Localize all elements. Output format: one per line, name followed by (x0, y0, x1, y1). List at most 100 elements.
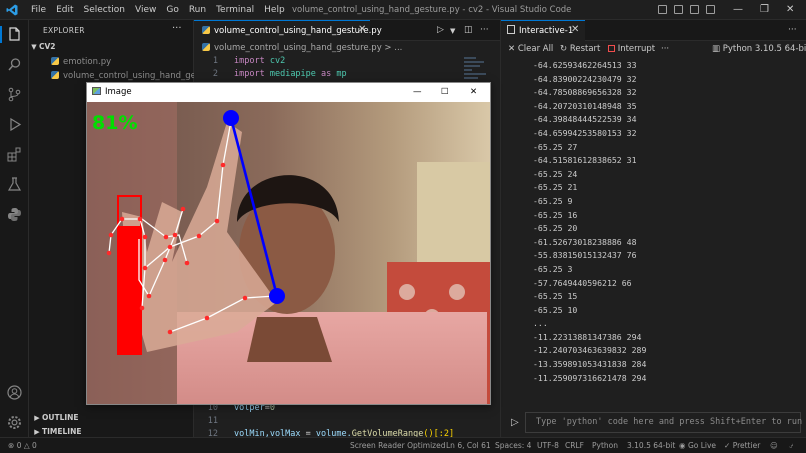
run-file-icon[interactable]: ▷ (437, 25, 444, 35)
output-line: -65.25 15 (533, 291, 578, 302)
close-window-icon[interactable]: ✕ (786, 3, 794, 17)
interactive-tabs: Interactive-1 ✕ ··· (501, 20, 806, 41)
toggle-sidebar-icon[interactable] (658, 5, 667, 14)
activity-bar (0, 20, 29, 437)
notifications-bell-icon[interactable]: ⍻ (789, 438, 793, 453)
restore-icon[interactable]: ❐ (760, 3, 769, 17)
line-number: 2 (212, 69, 218, 79)
kernel-icon: ▥ (712, 44, 721, 54)
problems-indicator[interactable]: ⊗ 0 △ 0 (8, 438, 37, 453)
output-line: -11.22313881347386 294 (533, 331, 642, 342)
python-file-icon (202, 43, 210, 51)
cursor-position[interactable]: Ln 6, Col 61 (446, 438, 491, 453)
explorer-icon[interactable] (6, 26, 23, 43)
file-label: emotion.py (63, 57, 112, 67)
tab-volume-control[interactable]: volume_control_using_hand_gesture.py (194, 20, 382, 41)
menu-bar: File Edit Selection View Go Run Terminal… (26, 4, 290, 16)
output-line: -64.83900224230479 32 (533, 73, 637, 84)
camera-frame: 81% (87, 102, 490, 404)
more-actions-icon[interactable]: ··· (480, 25, 489, 35)
status-bar: ⊗ 0 △ 0 Screen Reader Optimized Ln 6, Co… (0, 437, 806, 453)
line-ending[interactable]: CRLF (565, 438, 584, 453)
interrupt-button[interactable]: Interrupt (608, 41, 655, 58)
run-debug-icon[interactable] (6, 116, 23, 133)
menu-help[interactable]: Help (259, 4, 290, 16)
code-line-11[interactable]: 11 (194, 415, 474, 428)
file-volume-control[interactable]: volume_control_using_hand_gest... (29, 69, 194, 83)
feedback-icon[interactable]: ☺ (770, 438, 778, 453)
breadcrumb[interactable]: volume_control_using_hand_gesture.py > .… (202, 43, 402, 53)
encoding[interactable]: UTF-8 (537, 438, 559, 453)
output-line: -65.25 20 (533, 223, 578, 234)
toggle-secondary-sidebar-icon[interactable] (690, 5, 699, 14)
output-line: -12.240703463639832 289 (533, 345, 647, 356)
close-tab-icon[interactable]: ✕ (358, 20, 366, 40)
module-alias: mp (336, 69, 347, 79)
more-actions-icon[interactable]: ··· (788, 20, 797, 40)
customize-layout-icon[interactable] (706, 5, 715, 14)
menu-edit[interactable]: Edit (51, 4, 78, 16)
prettier-label: Prettier (732, 441, 761, 450)
go-live-button[interactable]: ◉ Go Live (679, 438, 716, 453)
source-control-icon[interactable] (6, 86, 23, 103)
minimize-icon[interactable]: — (733, 3, 743, 17)
output-line: -61.52673018238886 48 (533, 236, 637, 247)
screen-reader-status[interactable]: Screen Reader Optimized (350, 438, 446, 453)
search-icon[interactable] (6, 56, 23, 73)
run-input-icon[interactable]: ▷ (511, 417, 519, 428)
kernel-picker[interactable]: ▥ Python 3.10.5 64-bit (712, 41, 806, 58)
testing-icon[interactable] (6, 176, 23, 193)
seat-pattern (449, 284, 465, 300)
title-bar: File Edit Selection View Go Run Terminal… (0, 0, 806, 20)
close-tab-icon[interactable]: ✕ (571, 20, 579, 40)
menu-selection[interactable]: Selection (79, 4, 130, 16)
minimize-icon[interactable]: — (413, 83, 422, 102)
toggle-panel-icon[interactable] (674, 5, 683, 14)
menu-view[interactable]: View (130, 4, 161, 16)
interactive-toolbar: ✕ Clear All ↻ Restart Interrupt ··· ▥ Py… (501, 41, 806, 58)
module-name: cv2 (269, 56, 286, 66)
output-line: -65.25 24 (533, 168, 578, 179)
split-editor-icon[interactable]: ◫ (464, 25, 473, 35)
file-emotion[interactable]: emotion.py (29, 55, 194, 69)
menu-run[interactable]: Run (184, 4, 211, 16)
line-number: 1 (212, 56, 218, 66)
module-name: mediapipe (269, 69, 316, 79)
image-window-titlebar[interactable]: Image — ☐ ✕ (87, 83, 490, 102)
python-icon[interactable] (6, 206, 23, 223)
indentation[interactable]: Spaces: 4 (495, 438, 531, 453)
close-window-icon[interactable]: ✕ (470, 83, 477, 102)
code-line-2[interactable]: 2 import mediapipe as mp (194, 68, 474, 81)
output-line: -64.39848444522539 34 (533, 114, 637, 125)
camera-frame-svg: 81% (87, 102, 490, 404)
image-window-icon (92, 87, 101, 95)
menu-go[interactable]: Go (161, 4, 183, 16)
language-mode[interactable]: Python (592, 438, 618, 453)
more-actions-icon[interactable]: ··· (661, 41, 669, 58)
menu-file[interactable]: File (26, 4, 51, 16)
menu-terminal[interactable]: Terminal (211, 4, 259, 16)
python-file-icon (202, 26, 210, 34)
opencv-image-window[interactable]: Image — ☐ ✕ 81% (86, 82, 491, 405)
settings-gear-icon[interactable] (6, 414, 23, 431)
account-icon[interactable] (6, 384, 23, 401)
more-actions-icon[interactable]: ··· (172, 23, 182, 34)
outline-section[interactable]: ▶ OUTLINE (29, 411, 194, 424)
python-file-icon (51, 71, 59, 79)
restart-label: Restart (569, 44, 601, 54)
broadcast-icon: ◉ (679, 441, 686, 450)
output-list: -64.62593462264513 33 -64.83900224230479 … (533, 59, 803, 385)
output-line: -65.25 10 (533, 304, 578, 315)
output-line: -55.83815015132437 76 (533, 250, 637, 261)
output-line: -11.259097316621478 294 (533, 372, 647, 383)
run-dropdown-icon[interactable]: ▼ (450, 27, 455, 35)
interactive-input[interactable]: Type 'python' code here and press Shift+… (525, 412, 802, 433)
prettier-status[interactable]: ✓ Prettier (724, 438, 760, 453)
python-interpreter[interactable]: 3.10.5 64-bit (627, 438, 675, 453)
code-line-1[interactable]: 1 import cv2 (194, 55, 474, 68)
folder-cv2[interactable]: ▼ CV2 (29, 40, 194, 54)
clear-all-button[interactable]: ✕ Clear All (508, 41, 553, 58)
maximize-icon[interactable]: ☐ (441, 83, 449, 102)
extensions-icon[interactable] (6, 146, 23, 163)
restart-button[interactable]: ↻ Restart (560, 41, 600, 58)
